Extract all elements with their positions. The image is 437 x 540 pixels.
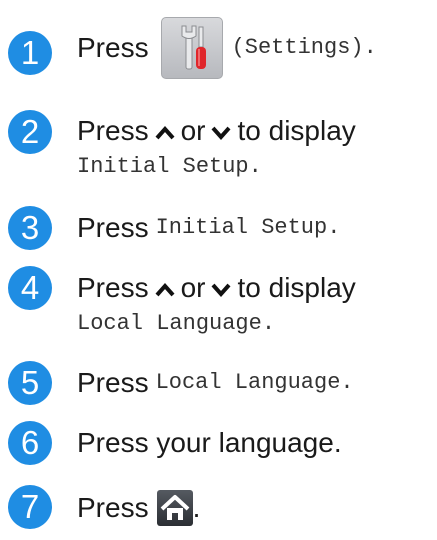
step-text: Press your language. xyxy=(77,427,342,458)
step-period: . xyxy=(340,370,354,395)
step-number-badge: 2 xyxy=(8,110,52,154)
step-period: . xyxy=(248,154,262,179)
chevron-up-icon xyxy=(155,271,175,305)
step-7-line: Press . xyxy=(77,490,200,526)
step-text: Press xyxy=(77,32,149,63)
chevron-down-icon xyxy=(211,271,231,305)
chevron-down-icon xyxy=(211,114,231,148)
step-number-badge: 1 xyxy=(8,31,52,75)
step-text: Press xyxy=(77,367,149,398)
step-number-badge: 7 xyxy=(8,485,52,529)
step-text: Press xyxy=(77,272,149,303)
step-6-line: Press your language. xyxy=(77,426,342,460)
step-target: Local Language xyxy=(77,311,262,336)
step-2-line-2: Initial Setup . xyxy=(77,150,262,184)
step-5-line: Press Local Language . xyxy=(77,366,354,400)
step-text: to display xyxy=(237,115,356,146)
step-target: (Settings). xyxy=(231,35,377,60)
step-period: . xyxy=(261,311,276,336)
step-3-line: Press Initial Setup . xyxy=(77,211,340,245)
step-period: . xyxy=(192,492,201,523)
step-text: or xyxy=(180,272,206,303)
step-number-badge: 5 xyxy=(8,361,52,405)
step-4-line-1: Press or to display xyxy=(77,271,356,305)
settings-icon xyxy=(160,17,223,79)
chevron-up-icon xyxy=(155,114,175,148)
step-text: or xyxy=(180,115,206,146)
step-2-line-1: Press or to display xyxy=(77,114,356,148)
step-number-badge: 3 xyxy=(8,206,52,250)
step-number-badge: 4 xyxy=(8,266,52,310)
step-target: Initial Setup xyxy=(155,215,328,240)
step-period: . xyxy=(327,215,341,240)
step-target: Local Language xyxy=(155,370,341,395)
home-icon xyxy=(156,490,193,526)
step-1-line: Press (Settings). xyxy=(77,17,377,79)
step-text: Press xyxy=(77,212,149,243)
step-target: Initial Setup xyxy=(77,154,249,179)
step-text: to display xyxy=(237,272,356,303)
step-4-line-2: Local Language . xyxy=(77,307,275,341)
step-text: Press xyxy=(77,492,149,523)
step-number-badge: 6 xyxy=(8,421,52,465)
step-text: Press xyxy=(77,115,149,146)
